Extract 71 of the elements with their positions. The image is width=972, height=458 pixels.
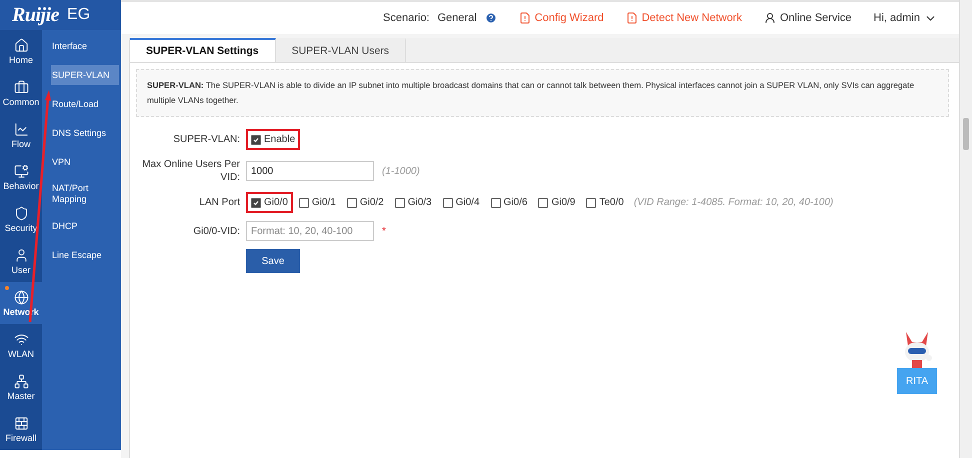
nav-item[interactable]: Security — [0, 198, 42, 240]
header-link[interactable]: Online Service — [764, 12, 852, 24]
shield-icon — [14, 206, 28, 220]
user-menu[interactable]: Hi, admin — [874, 12, 937, 24]
scenario-label: Scenario: — [383, 12, 430, 24]
required-mark: * — [382, 226, 386, 236]
nav-item[interactable]: Firewall — [0, 408, 42, 450]
briefcase-icon — [14, 80, 28, 94]
network-icon — [14, 374, 28, 388]
submenu-item[interactable]: SUPER-VLAN — [51, 65, 119, 85]
field-label: Gi0/0-VID: — [192, 224, 240, 238]
product-name: EG — [67, 6, 90, 24]
checkbox[interactable]: Gi0/0 — [246, 192, 293, 213]
checkbox[interactable]: Gi0/2 — [342, 192, 389, 213]
input-field[interactable]: 1000 — [246, 161, 374, 181]
nav-item[interactable]: Home — [0, 30, 42, 72]
checkbox[interactable]: Gi0/9 — [533, 192, 580, 213]
nav-item[interactable]: User — [0, 240, 42, 282]
nav-label: Master — [7, 390, 35, 400]
monitor-gear-icon — [14, 164, 28, 178]
header-link[interactable]: Config Wizard — [518, 12, 604, 24]
nav-label: Home — [8, 54, 33, 64]
range-hint: (VID Range: 1-4085. Format: 10, 20, 40-100) — [634, 197, 834, 208]
nav-label: WLAN — [8, 348, 34, 358]
checkbox[interactable]: Gi0/1 — [294, 192, 341, 213]
nav-item[interactable]: Master — [0, 366, 42, 408]
input-field[interactable]: Format: 10, 20, 40-100 — [246, 221, 374, 241]
check-icon — [253, 136, 259, 142]
brand-logo: Ruijie — [12, 4, 60, 26]
field-label: LAN Port — [198, 196, 240, 209]
nav-label: User — [11, 264, 30, 274]
checkbox[interactable]: Gi0/3 — [390, 192, 437, 213]
nav-label: Flow — [11, 138, 30, 148]
user-icon — [14, 248, 28, 262]
submenu-item[interactable]: Route/Load — [51, 94, 100, 114]
home-icon — [14, 38, 28, 52]
scenario-value: General — [438, 12, 477, 24]
nav-label: Behavior — [3, 180, 39, 190]
nav-item[interactable]: WLAN — [0, 324, 42, 366]
user-icon — [764, 12, 776, 24]
field-label: SUPER-VLAN: — [172, 133, 240, 146]
nav-item[interactable]: Flow — [0, 114, 42, 156]
checkbox[interactable]: Gi0/4 — [438, 192, 485, 213]
save-button[interactable]: Save — [246, 249, 300, 273]
submenu-item[interactable]: DNS Settings — [51, 123, 108, 143]
brick-wall-icon — [14, 416, 28, 430]
tab[interactable]: SUPER-VLAN Settings — [130, 38, 276, 62]
info-text: SUPER-VLAN: The SUPER-VLAN is able to divide an IP subnet into multiple broadcast domains that can or cannot talk between them. Physical interfaces cannot join a SUPER VLAN, only SVIs can aggregate multiple VLANs together. — [136, 69, 949, 117]
document-icon — [626, 12, 638, 24]
document-icon — [518, 12, 531, 24]
help-icon[interactable] — [484, 12, 497, 24]
submenu-item[interactable]: DHCP — [51, 216, 79, 236]
header-link[interactable]: Detect New Network — [626, 12, 742, 24]
nav-label: Common — [2, 96, 40, 106]
checkbox[interactable]: Gi0/6 — [486, 192, 532, 213]
checkbox[interactable]: Enable — [246, 129, 300, 150]
submenu-item[interactable]: Interface — [51, 36, 88, 56]
nav-label: Security — [4, 222, 38, 232]
check-icon — [253, 200, 259, 206]
globe-icon — [14, 290, 28, 304]
submenu-item[interactable]: NAT/Port Mapping — [51, 181, 119, 207]
submenu-item[interactable]: VPN — [51, 152, 72, 172]
nav-label: Firewall — [5, 432, 36, 442]
field-label: Max Online Users Per VID: — [141, 158, 240, 184]
checkbox[interactable]: Te0/0 — [581, 192, 629, 213]
line-chart-icon — [14, 122, 28, 136]
range-hint: (1-1000) — [382, 166, 420, 176]
nav-item[interactable]: Behavior — [0, 156, 42, 198]
scrollbar[interactable] — [959, 0, 972, 458]
nav-item[interactable]: Common — [0, 72, 42, 114]
submenu-item[interactable]: Line Escape — [51, 245, 103, 265]
